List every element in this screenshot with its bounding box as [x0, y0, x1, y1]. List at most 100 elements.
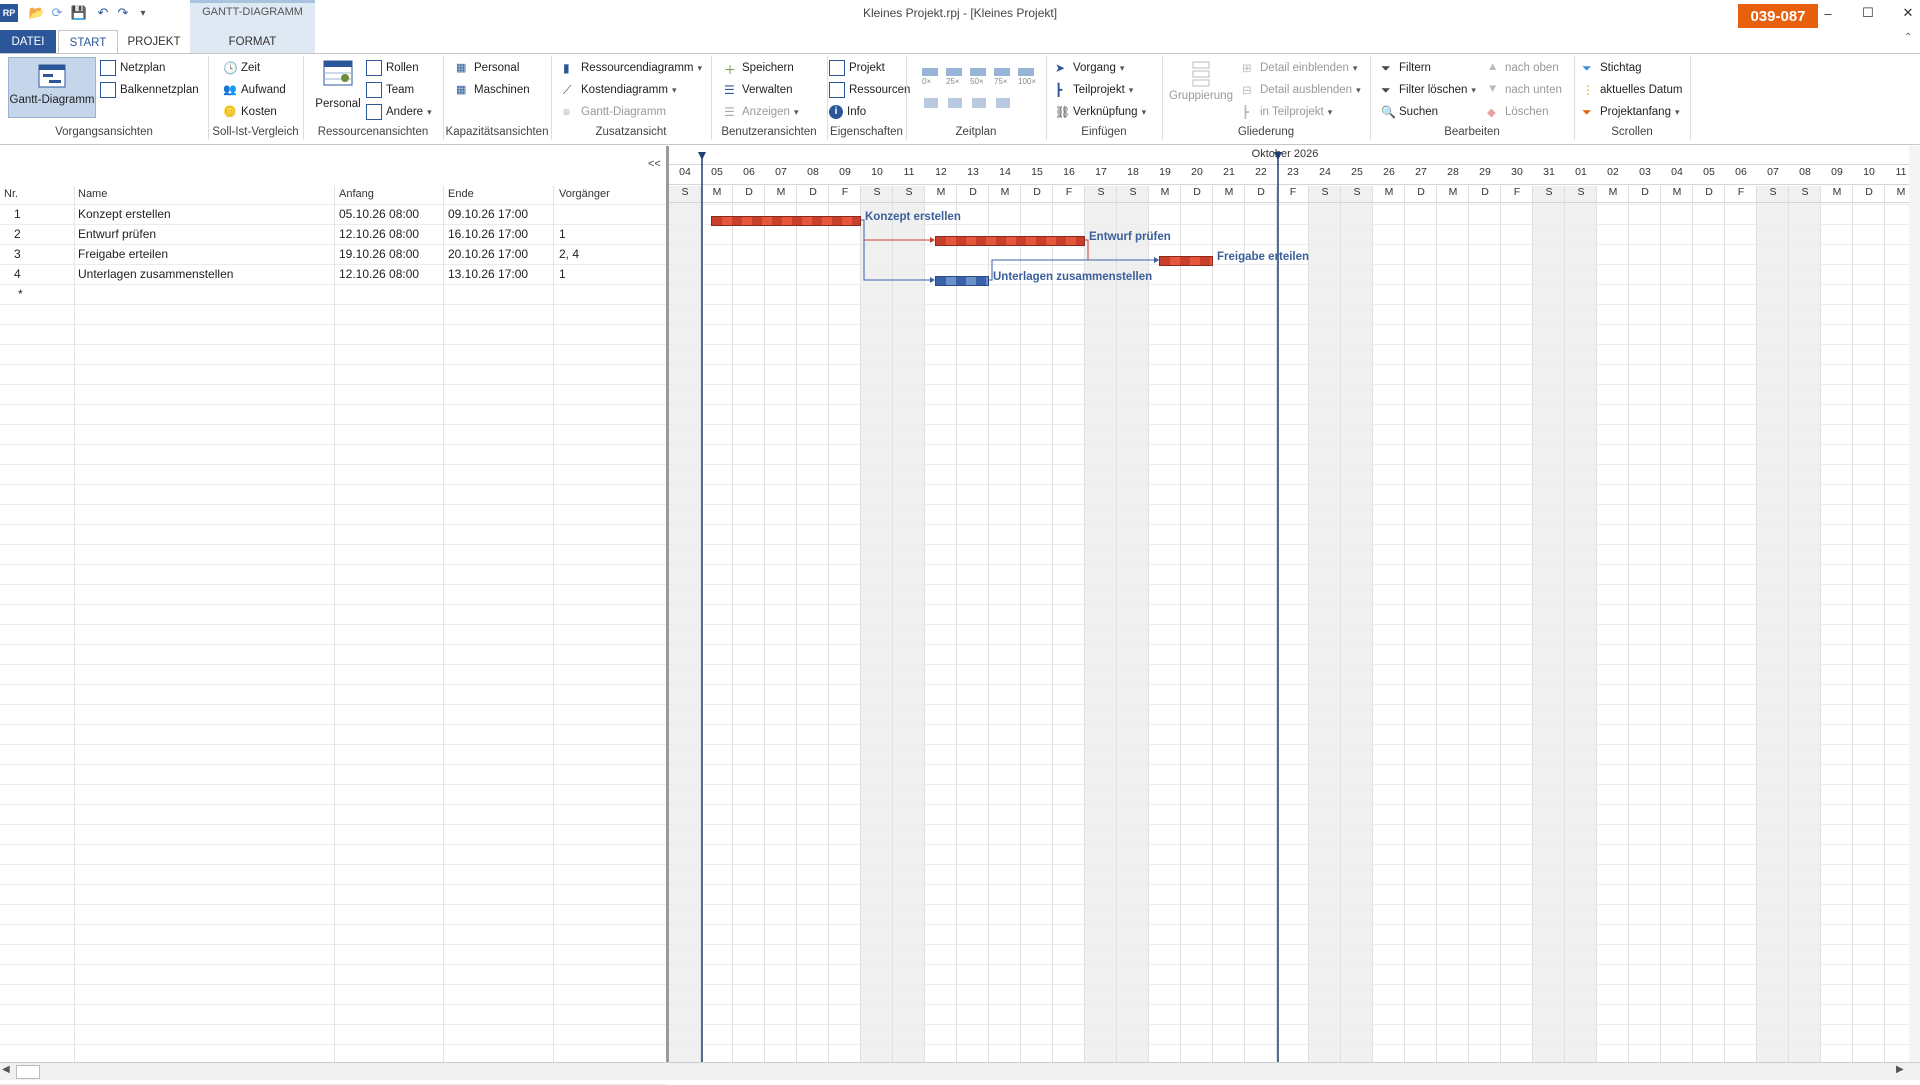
aktuelles-datum-button[interactable]: ⋮ aktuelles Datum	[1582, 80, 1682, 100]
scroll-thumb[interactable]	[16, 1065, 40, 1079]
table-row-3-vorgaenger[interactable]: 2, 4	[559, 244, 579, 264]
ressourcen-properties-button[interactable]: Ressourcen	[829, 80, 910, 100]
gantt-task-label[interactable]: Unterlagen zusammenstellen	[993, 271, 1152, 283]
vertical-scrollbar[interactable]	[1909, 146, 1920, 1062]
column-header-ende[interactable]: Ende	[448, 188, 474, 204]
scroll-left-icon[interactable]: ◀	[2, 1064, 10, 1075]
schedule-move-icon[interactable]	[924, 98, 938, 108]
projekt-properties-button[interactable]: Projekt	[829, 58, 885, 78]
column-header-nr[interactable]: Nr.	[4, 188, 18, 204]
gantt-view-button[interactable]: Gantt-Diagramm	[8, 57, 96, 118]
tab-format[interactable]: FORMAT	[200, 30, 305, 53]
nach-unten-button[interactable]: ▼ nach unten	[1487, 80, 1562, 100]
suchen-button[interactable]: 🔍 Suchen	[1381, 102, 1438, 122]
verwalten-button[interactable]: ☰ Verwalten	[724, 80, 793, 100]
kapazitaet-personal-button[interactable]: ▦ Personal	[456, 58, 519, 78]
table-row-1-ende[interactable]: 09.10.26 17:00	[448, 204, 528, 224]
table-row-2-name[interactable]: Entwurf prüfen	[78, 224, 156, 244]
ribbon-collapse-icon[interactable]: ⌃	[1904, 32, 1912, 43]
anzeigen-dropdown[interactable]: ☰ Anzeigen	[724, 102, 799, 122]
filter-loeschen-dropdown[interactable]: ⏷ Filter löschen	[1381, 80, 1476, 100]
schedule-split-icon[interactable]	[972, 98, 986, 108]
minimize-button[interactable]: –	[1806, 2, 1850, 24]
group-label-zeitplan: Zeitplan	[955, 126, 997, 138]
table-row-line	[0, 424, 666, 425]
table-row-1-name[interactable]: Konzept erstellen	[78, 204, 171, 224]
collapse-table-button[interactable]: <<	[648, 158, 661, 170]
progress-25-icon[interactable]	[946, 68, 962, 76]
table-row-4-nr[interactable]: 4	[14, 264, 21, 284]
filtern-button[interactable]: ⏷ Filtern	[1381, 58, 1431, 78]
table-row-3-anfang[interactable]: 19.10.26 08:00	[339, 244, 419, 264]
balkennetzplan-button[interactable]: Balkennetzplan	[100, 80, 199, 100]
schedule-more-icon[interactable]	[996, 98, 1010, 108]
table-row-line	[0, 924, 666, 925]
kostendiagramm-dropdown[interactable]: ⟋ Kostendiagramm	[563, 80, 676, 100]
detail-ausblenden-dropdown[interactable]: ⊟ Detail ausblenden	[1242, 80, 1361, 100]
teilprojekt-dropdown[interactable]: ┣ Teilprojekt	[1055, 80, 1133, 100]
arrow-down-icon: ▼	[1487, 83, 1499, 95]
ressourcendiagramm-dropdown[interactable]: ▮ Ressourcendiagramm	[563, 58, 702, 78]
column-header-name[interactable]: Name	[78, 188, 107, 204]
verknuepfung-dropdown[interactable]: ⛓ Verknüpfung	[1055, 102, 1146, 122]
tab-projekt[interactable]: PROJEKT	[118, 30, 190, 53]
aufwand-button[interactable]: 👥 Aufwand	[223, 80, 286, 100]
table-row-2-nr[interactable]: 2	[14, 224, 21, 244]
gantt-task-label[interactable]: Freigabe erteilen	[1217, 251, 1309, 263]
progress-0-icon[interactable]	[922, 68, 938, 76]
table-row-4-ende[interactable]: 13.10.26 17:00	[448, 264, 528, 284]
column-header-vorgaenger[interactable]: Vorgänger	[559, 188, 610, 204]
zusatz-gantt-button[interactable]: ≡ Gantt-Diagramm	[563, 102, 666, 122]
kapazitaet-maschinen-button[interactable]: ▦ Maschinen	[456, 80, 530, 100]
table-row-2-anfang[interactable]: 12.10.26 08:00	[339, 224, 419, 244]
tab-datei[interactable]: DATEI	[0, 30, 56, 53]
schedule-align-icon[interactable]	[948, 98, 962, 108]
zeit-button[interactable]: 🕓 Zeit	[223, 58, 260, 78]
team-button[interactable]: Team	[366, 80, 414, 100]
table-row-3-ende[interactable]: 20.10.26 17:00	[448, 244, 528, 264]
vorgang-dropdown[interactable]: ➤ Vorgang	[1055, 58, 1124, 78]
loeschen-button[interactable]: ◆ Löschen	[1487, 102, 1548, 122]
andere-dropdown[interactable]: Andere	[366, 102, 432, 122]
scroll-right-icon[interactable]: ▶	[1896, 1064, 1904, 1075]
table-row-2-ende[interactable]: 16.10.26 17:00	[448, 224, 528, 244]
column-header-anfang[interactable]: Anfang	[339, 188, 374, 204]
gantt-task-label[interactable]: Entwurf prüfen	[1089, 231, 1171, 243]
in-teilprojekt-dropdown[interactable]: ┣ in Teilprojekt	[1242, 102, 1332, 122]
progress-100-icon[interactable]	[1018, 68, 1034, 76]
progress-75-icon[interactable]	[994, 68, 1010, 76]
table-row-3-nr[interactable]: 3	[14, 244, 21, 264]
gruppierung-button[interactable]: Gruppierung	[1166, 60, 1236, 102]
netzplan-button[interactable]: Netzplan	[100, 58, 165, 78]
gantt-task-bar[interactable]	[935, 276, 989, 286]
nach-oben-button[interactable]: ▲ nach oben	[1487, 58, 1559, 78]
rollen-button[interactable]: Rollen	[366, 58, 419, 78]
close-button[interactable]: ✕	[1886, 2, 1920, 24]
new-row-marker[interactable]: *	[18, 284, 23, 304]
gantt-drawing	[698, 152, 1282, 1062]
stichtag-button[interactable]: ⏷ Stichtag	[1582, 58, 1642, 78]
table-row-4-vorgaenger[interactable]: 1	[559, 264, 566, 284]
projektanfang-dropdown[interactable]: ⏷ Projektanfang	[1582, 102, 1680, 122]
kosten-button[interactable]: 🪙 Kosten	[223, 102, 277, 122]
progress-50-icon[interactable]	[970, 68, 986, 76]
gantt-task-bar[interactable]	[1159, 256, 1213, 266]
table-row-4-anfang[interactable]: 12.10.26 08:00	[339, 264, 419, 284]
table-row-1-anfang[interactable]: 05.10.26 08:00	[339, 204, 419, 224]
gantt-task-label[interactable]: Konzept erstellen	[865, 211, 961, 223]
tab-start[interactable]: START	[58, 30, 118, 55]
gantt-task-bar[interactable]	[935, 236, 1085, 246]
table-row-1-nr[interactable]: 1	[14, 204, 21, 224]
detail-einblenden-dropdown[interactable]: ⊞ Detail einblenden	[1242, 58, 1357, 78]
info-button[interactable]: i Info	[829, 102, 866, 122]
table-row-2-vorgaenger[interactable]: 1	[559, 224, 566, 244]
speichern-view-button[interactable]: ＋ Speichern	[724, 58, 794, 78]
gantt-task-bar[interactable]	[711, 216, 861, 226]
horizontal-scrollbar[interactable]: ◀ ▶	[0, 1062, 1920, 1080]
verwalten-label: Verwalten	[742, 84, 793, 96]
table-row-3-name[interactable]: Freigabe erteilen	[78, 244, 168, 264]
maximize-button[interactable]: ☐	[1846, 2, 1890, 24]
personal-view-button[interactable]: Personal	[312, 60, 364, 110]
gantt-chart-icon	[38, 64, 66, 88]
table-row-4-name[interactable]: Unterlagen zusammenstellen	[78, 264, 233, 284]
